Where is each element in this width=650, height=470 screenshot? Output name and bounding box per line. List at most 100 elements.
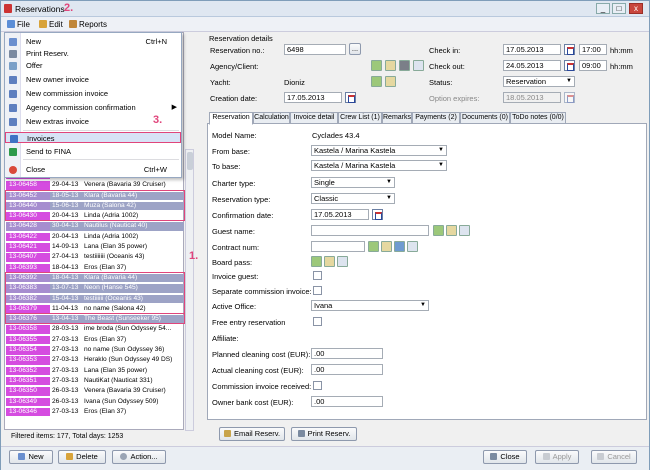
invoice-guest-checkbox[interactable]	[313, 271, 322, 280]
table-row[interactable]: 13-06407 27-04-13 testiiiiiii (Oceanis 43)	[6, 253, 184, 262]
contract-edit-icon[interactable]	[394, 241, 405, 252]
close-window-button[interactable]: x	[629, 3, 643, 14]
maximize-button[interactable]: □	[612, 3, 626, 14]
table-row[interactable]: 13-06354 27-03-13 no name (Sun Odyssey 36)	[6, 346, 184, 355]
owner-bank-cost-input[interactable]: .00	[311, 396, 383, 407]
search-client-icon[interactable]	[385, 60, 396, 71]
add-guest-icon[interactable]	[433, 225, 444, 236]
commission-received-checkbox[interactable]	[313, 381, 322, 390]
charter-type-select[interactable]: Single ▼	[311, 177, 395, 188]
new-icon	[9, 38, 17, 46]
menu-edit[interactable]: Edit	[39, 19, 63, 30]
tab-payments[interactable]: Payments (2)	[412, 112, 460, 124]
guest-name-label: Guest name:	[212, 227, 255, 236]
separate-commission-label: Separate commission invoice:	[212, 287, 312, 296]
email-reserv-button[interactable]: Email Reserv.	[219, 427, 285, 441]
tab-todo-notes[interactable]: ToDo notes (0/0)	[510, 112, 566, 124]
menu-item-new-commission-invoice[interactable]: New commission invoice	[5, 88, 181, 99]
tab-remarks[interactable]: Remarks	[382, 112, 412, 124]
tab-crew-list[interactable]: Crew List (1)	[338, 112, 382, 124]
menu-item-close[interactable]: Close Ctrl+W	[5, 164, 181, 175]
table-row[interactable]: 13-06349 26-03-13 Ivana (Sun Odyssey 509)	[6, 397, 184, 406]
confirmation-calendar-icon[interactable]	[372, 209, 383, 220]
info-icon[interactable]	[413, 60, 424, 71]
reservation-lookup-button[interactable]: ...	[349, 43, 361, 55]
guest-name-input[interactable]	[311, 225, 429, 236]
checkout-calendar-icon[interactable]	[564, 60, 575, 71]
table-row[interactable]: 13-06421 14-09-13 Lana (Elan 35 power)	[6, 243, 184, 252]
scroll-thumb[interactable]	[187, 152, 193, 170]
menu-item-print-reserv[interactable]: Print Reserv.	[5, 48, 181, 59]
new-button[interactable]: New	[9, 450, 53, 464]
table-row[interactable]: 13-06355 27-03-13 Eros (Elan 37)	[6, 335, 184, 345]
actual-cleaning-input[interactable]: .00	[311, 364, 383, 375]
menu-file[interactable]: File	[7, 19, 30, 30]
tab-documents[interactable]: Documents (0)	[460, 112, 510, 124]
table-row[interactable]: 13-06458 29-04-13 Venera (Bavaria 39 Cruis…	[6, 181, 184, 190]
search-guest-icon[interactable]	[446, 225, 457, 236]
reservation-no-label: Reservation no.:	[210, 46, 265, 55]
table-row[interactable]: 13-06346 27-03-13 Eros (Elan 37)	[6, 407, 184, 417]
free-entry-checkbox[interactable]	[313, 317, 322, 326]
menu-item-new[interactable]: New Ctrl+N	[5, 36, 181, 47]
checkin-calendar-icon[interactable]	[564, 44, 575, 55]
contract-num-input[interactable]	[311, 241, 365, 252]
table-row[interactable]: 13-06352 27-03-13 Lana (Elan 35 power)	[6, 366, 184, 376]
menu-item-send-to-fina[interactable]: Send to FINA	[5, 146, 181, 157]
table-row[interactable]: 13-06351 27-03-13 NautiKat (Nauticat 331)	[6, 376, 184, 386]
to-base-select[interactable]: Kastela / Marina Kastela ▼	[311, 160, 447, 171]
from-base-select[interactable]: Kastela / Marina Kastela ▼	[311, 145, 447, 156]
action-button[interactable]: Action...	[112, 450, 166, 464]
contract-info-icon[interactable]	[407, 241, 418, 252]
board-pass-info-icon[interactable]	[337, 256, 348, 267]
guest-info-icon[interactable]	[459, 225, 470, 236]
add-client-icon[interactable]	[371, 60, 382, 71]
tab-calculation[interactable]: Calculation	[253, 112, 290, 124]
reservation-no-input[interactable]: 6498	[284, 44, 346, 55]
menu-item-offer[interactable]: Offer	[5, 60, 181, 71]
checkin-time-input[interactable]: 17:00	[579, 44, 607, 55]
cell-name: Eros (Elan 37)	[84, 335, 127, 343]
yacht-search-icon[interactable]	[385, 76, 396, 87]
tab-invoice-detail[interactable]: Invoice detail	[290, 112, 338, 124]
contract-add-icon[interactable]	[368, 241, 379, 252]
invoice-icon	[9, 76, 17, 84]
yacht-add-icon[interactable]	[371, 76, 382, 87]
calendar-icon[interactable]	[345, 92, 356, 103]
planned-cleaning-input[interactable]: .00	[311, 348, 383, 359]
menu-separator	[23, 130, 179, 131]
menu-item-invoices[interactable]: Invoices	[5, 132, 181, 143]
board-pass-search-icon[interactable]	[324, 256, 335, 267]
board-pass-add-icon[interactable]	[311, 256, 322, 267]
print-reserv-button[interactable]: Print Reserv.	[291, 427, 357, 441]
send-icon	[9, 148, 17, 156]
creation-date-input[interactable]: 17.05.2013	[284, 92, 342, 103]
checkout-input[interactable]: 24.05.2013	[503, 60, 561, 71]
table-row[interactable]: 13-06353 27-03-13 Heraklo (Sun Odyssey 49 …	[6, 356, 184, 365]
menu-item-agency-commission[interactable]: Agency commission confirmation ▶	[5, 102, 181, 113]
active-office-select[interactable]: Ivana ▼	[311, 300, 429, 311]
table-row[interactable]: 13-06428 30-04-13 Nautilus (Nauticat 40)	[6, 222, 184, 231]
minimize-button[interactable]: _	[596, 3, 610, 14]
menu-item-new-owner-invoice[interactable]: New owner invoice	[5, 74, 181, 85]
close-button[interactable]: Close	[483, 450, 527, 464]
table-row[interactable]: 13-06422 20-04-13 Linda (Adria 1002)	[6, 232, 184, 242]
table-row[interactable]: 13-06393 18-04-13 Eros (Elan 37)	[6, 263, 184, 273]
table-row[interactable]: 13-06358 28-03-13 ime broda (Sun Odyssey 5…	[6, 325, 184, 334]
contract-search-icon[interactable]	[381, 241, 392, 252]
status-select[interactable]: Reservation ▼	[503, 76, 575, 87]
tab-reservation[interactable]: Reservation	[209, 112, 253, 125]
list-scrollbar[interactable]	[185, 149, 194, 431]
card-icon[interactable]	[399, 60, 410, 71]
checkin-input[interactable]: 17.05.2013	[503, 44, 561, 55]
section-title: Reservation details	[209, 34, 273, 43]
separate-commission-checkbox[interactable]	[313, 286, 322, 295]
menu-reports[interactable]: Reports	[69, 19, 107, 30]
delete-button[interactable]: Delete	[58, 450, 106, 464]
confirmation-date-input[interactable]: 17.05.2013	[311, 209, 369, 220]
cell-date: 26-03-13	[52, 397, 79, 405]
reservation-type-select[interactable]: Classic ▼	[311, 193, 395, 204]
menu-item-label: Invoices	[27, 134, 55, 143]
checkout-time-input[interactable]: 09:00	[579, 60, 607, 71]
table-row[interactable]: 13-06350 26-03-13 Venera (Bavaria 39 Cruis…	[6, 387, 184, 396]
